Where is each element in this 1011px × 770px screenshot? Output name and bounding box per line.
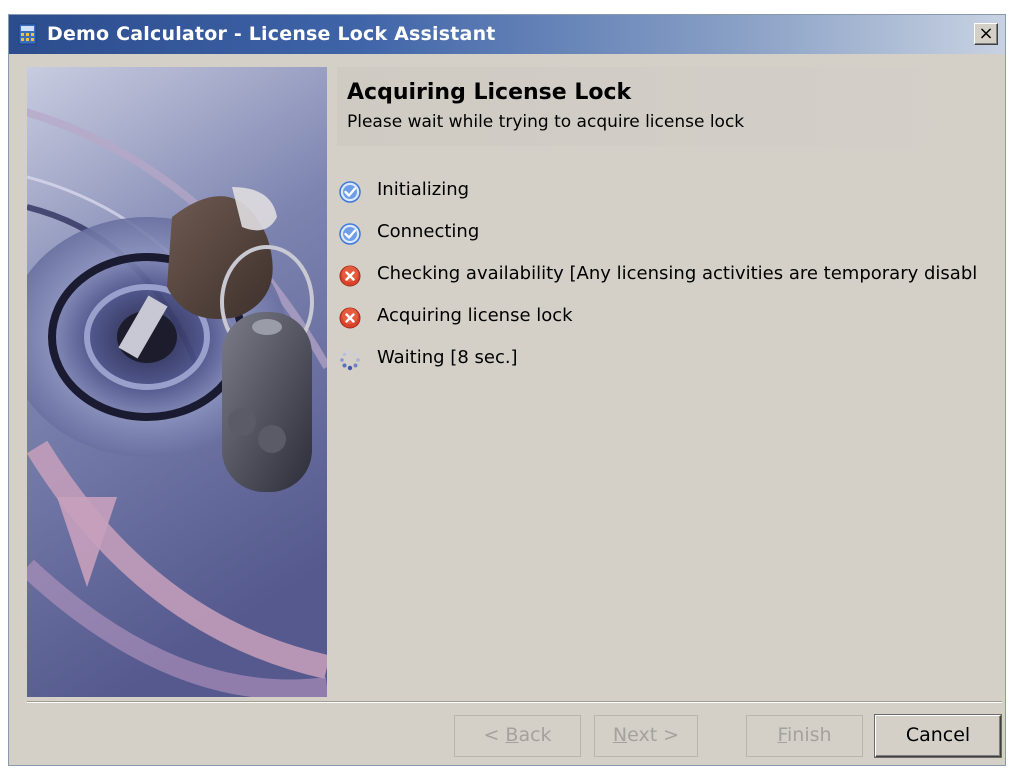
next-button[interactable]: Next > xyxy=(594,715,698,757)
check-icon xyxy=(339,223,361,245)
step-label: Waiting [8 sec.] xyxy=(377,347,518,368)
check-icon xyxy=(339,181,361,203)
close-icon: × xyxy=(978,23,994,44)
step-label: Connecting xyxy=(377,221,480,242)
step-label: Checking availability [Any licensing act… xyxy=(377,263,978,284)
step-checking-availability: Checking availability [Any licensing act… xyxy=(339,257,1003,299)
back-button[interactable]: < Back xyxy=(454,715,581,757)
calculator-app-icon xyxy=(18,23,37,45)
side-banner-image xyxy=(27,67,327,697)
window-title: Demo Calculator - License Lock Assistant xyxy=(47,23,496,45)
page-subtitle: Please wait while trying to acquire lice… xyxy=(347,112,745,132)
progress-step-list: Initializing Connecting Checking availab… xyxy=(339,155,1003,395)
title-bar[interactable]: Demo Calculator - License Lock Assistant… xyxy=(9,15,1005,54)
step-initializing: Initializing xyxy=(339,173,1003,215)
spinner-icon xyxy=(340,350,360,371)
step-acquiring-license-lock: Acquiring license lock xyxy=(339,299,1003,341)
license-lock-dialog: Demo Calculator - License Lock Assistant… xyxy=(8,14,1006,766)
cancel-button[interactable]: Cancel xyxy=(875,715,1001,757)
error-icon xyxy=(339,265,361,287)
page-title: Acquiring License Lock xyxy=(347,80,632,105)
button-bar-separator xyxy=(27,701,1002,703)
step-waiting: Waiting [8 sec.] xyxy=(339,341,1003,383)
step-connecting: Connecting xyxy=(339,215,1003,257)
step-label: Initializing xyxy=(377,179,470,200)
step-label: Acquiring license lock xyxy=(377,305,573,326)
key-illustration xyxy=(27,67,327,697)
error-icon xyxy=(339,307,361,329)
close-button[interactable]: × xyxy=(974,23,998,45)
page-header: Acquiring License Lock Please wait while… xyxy=(337,67,1005,146)
finish-button[interactable]: Finish xyxy=(746,715,863,757)
